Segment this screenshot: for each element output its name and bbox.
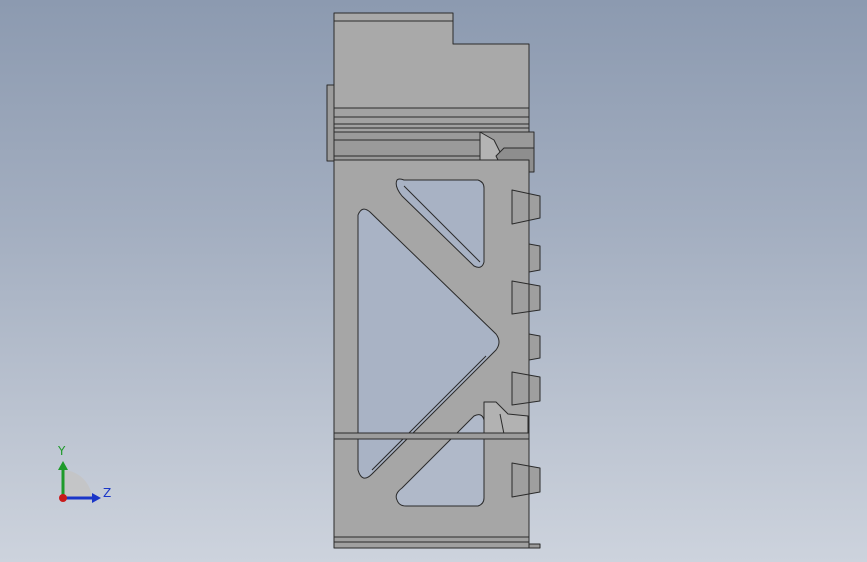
part-base-tab (528, 543, 541, 549)
part-left-boss (326, 84, 335, 162)
triad-z-arrow (92, 493, 101, 503)
triad-yz-plane (63, 470, 92, 498)
cad-graphics-area[interactable]: Y Z (0, 0, 867, 562)
triad-z-label: Z (103, 486, 111, 500)
bracket-part-model[interactable] (326, 12, 541, 549)
reference-triad[interactable]: Y Z (57, 444, 111, 503)
part-top-block (333, 12, 530, 109)
triad-y-arrow (58, 461, 68, 470)
triad-y-label: Y (57, 444, 66, 458)
triad-x-axis-dot (59, 494, 67, 502)
part-lower-rail (333, 432, 530, 440)
